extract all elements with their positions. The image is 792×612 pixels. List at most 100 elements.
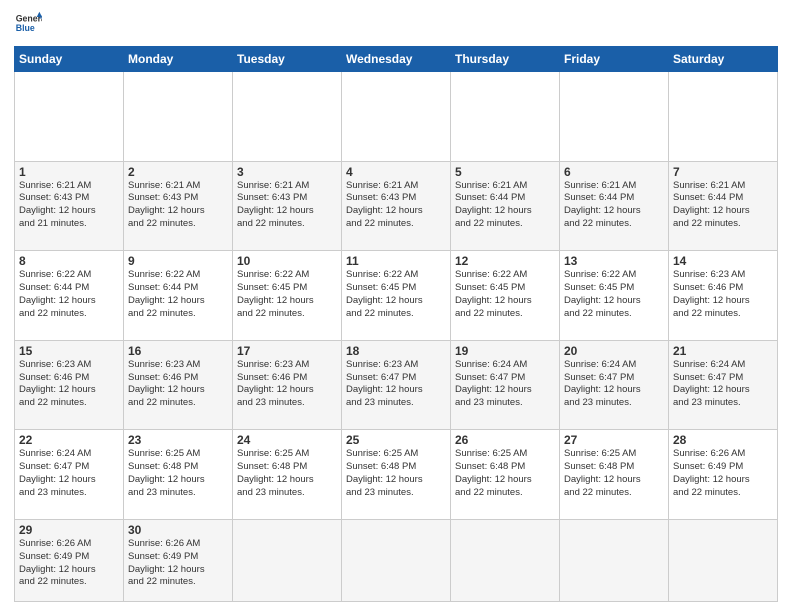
calendar-day-cell: 29Sunrise: 6:26 AMSunset: 6:49 PMDayligh…: [15, 519, 124, 601]
weekday-header: Tuesday: [233, 47, 342, 72]
day-number: 14: [673, 254, 773, 268]
calendar-day-cell: 20Sunrise: 6:24 AMSunset: 6:47 PMDayligh…: [560, 340, 669, 430]
calendar-day-cell: 7Sunrise: 6:21 AMSunset: 6:44 PMDaylight…: [669, 161, 778, 251]
day-number: 13: [564, 254, 664, 268]
day-number: 8: [19, 254, 119, 268]
calendar: SundayMondayTuesdayWednesdayThursdayFrid…: [14, 46, 778, 602]
calendar-day-cell: 23Sunrise: 6:25 AMSunset: 6:48 PMDayligh…: [124, 430, 233, 520]
calendar-day-cell: 11Sunrise: 6:22 AMSunset: 6:45 PMDayligh…: [342, 251, 451, 341]
calendar-day-cell: [342, 519, 451, 601]
day-info: Sunrise: 6:21 AMSunset: 6:44 PMDaylight:…: [564, 180, 664, 231]
day-number: 3: [237, 165, 337, 179]
calendar-day-cell: 26Sunrise: 6:25 AMSunset: 6:48 PMDayligh…: [451, 430, 560, 520]
day-info: Sunrise: 6:24 AMSunset: 6:47 PMDaylight:…: [19, 448, 119, 499]
weekday-header: Friday: [560, 47, 669, 72]
calendar-week-row: 29Sunrise: 6:26 AMSunset: 6:49 PMDayligh…: [15, 519, 778, 601]
calendar-day-cell: 2Sunrise: 6:21 AMSunset: 6:43 PMDaylight…: [124, 161, 233, 251]
day-number: 12: [455, 254, 555, 268]
day-info: Sunrise: 6:23 AMSunset: 6:46 PMDaylight:…: [19, 359, 119, 410]
day-info: Sunrise: 6:21 AMSunset: 6:43 PMDaylight:…: [19, 180, 119, 231]
calendar-day-cell: 9Sunrise: 6:22 AMSunset: 6:44 PMDaylight…: [124, 251, 233, 341]
calendar-day-cell: 5Sunrise: 6:21 AMSunset: 6:44 PMDaylight…: [451, 161, 560, 251]
day-info: Sunrise: 6:21 AMSunset: 6:43 PMDaylight:…: [128, 180, 228, 231]
day-info: Sunrise: 6:22 AMSunset: 6:45 PMDaylight:…: [346, 269, 446, 320]
day-number: 5: [455, 165, 555, 179]
day-info: Sunrise: 6:26 AMSunset: 6:49 PMDaylight:…: [19, 538, 119, 589]
day-info: Sunrise: 6:21 AMSunset: 6:44 PMDaylight:…: [673, 180, 773, 231]
calendar-week-row: 8 Sunrise: 6:22 AMSunset: 6:44 PMDaylight…: [15, 251, 778, 341]
day-info: Sunrise: 6:23 AMSunset: 6:46 PMDaylight:…: [128, 359, 228, 410]
svg-text:Blue: Blue: [16, 23, 35, 33]
calendar-day-cell: [560, 519, 669, 601]
calendar-week-row: [15, 72, 778, 162]
day-number: 4: [346, 165, 446, 179]
calendar-day-cell: 3Sunrise: 6:21 AMSunset: 6:43 PMDaylight…: [233, 161, 342, 251]
calendar-day-cell: 6Sunrise: 6:21 AMSunset: 6:44 PMDaylight…: [560, 161, 669, 251]
day-number: 27: [564, 433, 664, 447]
day-number: 15: [19, 344, 119, 358]
day-number: 22: [19, 433, 119, 447]
day-number: 21: [673, 344, 773, 358]
weekday-header: Thursday: [451, 47, 560, 72]
day-number: 23: [128, 433, 228, 447]
day-number: 2: [128, 165, 228, 179]
calendar-day-cell: 14Sunrise: 6:23 AMSunset: 6:46 PMDayligh…: [669, 251, 778, 341]
calendar-week-row: 1Sunrise: 6:21 AMSunset: 6:43 PMDaylight…: [15, 161, 778, 251]
calendar-day-cell: 27Sunrise: 6:25 AMSunset: 6:48 PMDayligh…: [560, 430, 669, 520]
day-number: 7: [673, 165, 773, 179]
calendar-day-cell: [451, 519, 560, 601]
calendar-day-cell: [342, 72, 451, 162]
day-number: 29: [19, 523, 119, 537]
day-info: Sunrise: 6:25 AMSunset: 6:48 PMDaylight:…: [128, 448, 228, 499]
logo: General Blue: [14, 10, 42, 38]
weekday-header: Saturday: [669, 47, 778, 72]
day-number: 1: [19, 165, 119, 179]
calendar-day-cell: [669, 72, 778, 162]
calendar-day-cell: 17Sunrise: 6:23 AMSunset: 6:46 PMDayligh…: [233, 340, 342, 430]
day-number: 30: [128, 523, 228, 537]
calendar-day-cell: 25Sunrise: 6:25 AMSunset: 6:48 PMDayligh…: [342, 430, 451, 520]
calendar-day-cell: 8Sunrise: 6:22 AMSunset: 6:44 PMDaylight…: [15, 251, 124, 341]
day-info: Sunrise: 6:25 AMSunset: 6:48 PMDaylight:…: [346, 448, 446, 499]
day-number: 25: [346, 433, 446, 447]
day-number: 24: [237, 433, 337, 447]
calendar-day-cell: 24Sunrise: 6:25 AMSunset: 6:48 PMDayligh…: [233, 430, 342, 520]
calendar-day-cell: [15, 72, 124, 162]
day-number: 26: [455, 433, 555, 447]
day-number: 18: [346, 344, 446, 358]
day-number: 17: [237, 344, 337, 358]
calendar-day-cell: [451, 72, 560, 162]
calendar-day-cell: 22Sunrise: 6:24 AMSunset: 6:47 PMDayligh…: [15, 430, 124, 520]
day-info: Sunrise: 6:23 AMSunset: 6:46 PMDaylight:…: [673, 269, 773, 320]
calendar-day-cell: [124, 72, 233, 162]
calendar-day-cell: 18Sunrise: 6:23 AMSunset: 6:47 PMDayligh…: [342, 340, 451, 430]
day-info: Sunrise: 6:22 AMSunset: 6:45 PMDaylight:…: [564, 269, 664, 320]
day-info: Sunrise: 6:23 AMSunset: 6:46 PMDaylight:…: [237, 359, 337, 410]
calendar-day-cell: 28Sunrise: 6:26 AMSunset: 6:49 PMDayligh…: [669, 430, 778, 520]
weekday-header: Wednesday: [342, 47, 451, 72]
calendar-week-row: 22Sunrise: 6:24 AMSunset: 6:47 PMDayligh…: [15, 430, 778, 520]
day-info: Sunrise: 6:25 AMSunset: 6:48 PMDaylight:…: [455, 448, 555, 499]
calendar-header-row: SundayMondayTuesdayWednesdayThursdayFrid…: [15, 47, 778, 72]
day-number: 6: [564, 165, 664, 179]
calendar-day-cell: [233, 72, 342, 162]
calendar-day-cell: 30Sunrise: 6:26 AMSunset: 6:49 PMDayligh…: [124, 519, 233, 601]
calendar-day-cell: 21Sunrise: 6:24 AMSunset: 6:47 PMDayligh…: [669, 340, 778, 430]
calendar-day-cell: 13Sunrise: 6:22 AMSunset: 6:45 PMDayligh…: [560, 251, 669, 341]
day-info: Sunrise: 6:21 AMSunset: 6:43 PMDaylight:…: [346, 180, 446, 231]
day-info: Sunrise: 6:22 AMSunset: 6:45 PMDaylight:…: [237, 269, 337, 320]
day-number: 11: [346, 254, 446, 268]
day-info: Sunrise: 6:22 AMSunset: 6:44 PMDaylight:…: [128, 269, 228, 320]
day-info: Sunrise: 6:23 AMSunset: 6:47 PMDaylight:…: [346, 359, 446, 410]
day-info: Sunrise: 6:24 AMSunset: 6:47 PMDaylight:…: [673, 359, 773, 410]
day-number: 19: [455, 344, 555, 358]
calendar-day-cell: 15Sunrise: 6:23 AMSunset: 6:46 PMDayligh…: [15, 340, 124, 430]
calendar-day-cell: 16Sunrise: 6:23 AMSunset: 6:46 PMDayligh…: [124, 340, 233, 430]
calendar-day-cell: [233, 519, 342, 601]
calendar-day-cell: [669, 519, 778, 601]
day-number: 16: [128, 344, 228, 358]
calendar-day-cell: 12Sunrise: 6:22 AMSunset: 6:45 PMDayligh…: [451, 251, 560, 341]
weekday-header: Monday: [124, 47, 233, 72]
calendar-week-row: 15Sunrise: 6:23 AMSunset: 6:46 PMDayligh…: [15, 340, 778, 430]
day-info: Sunrise: 6:24 AMSunset: 6:47 PMDaylight:…: [455, 359, 555, 410]
